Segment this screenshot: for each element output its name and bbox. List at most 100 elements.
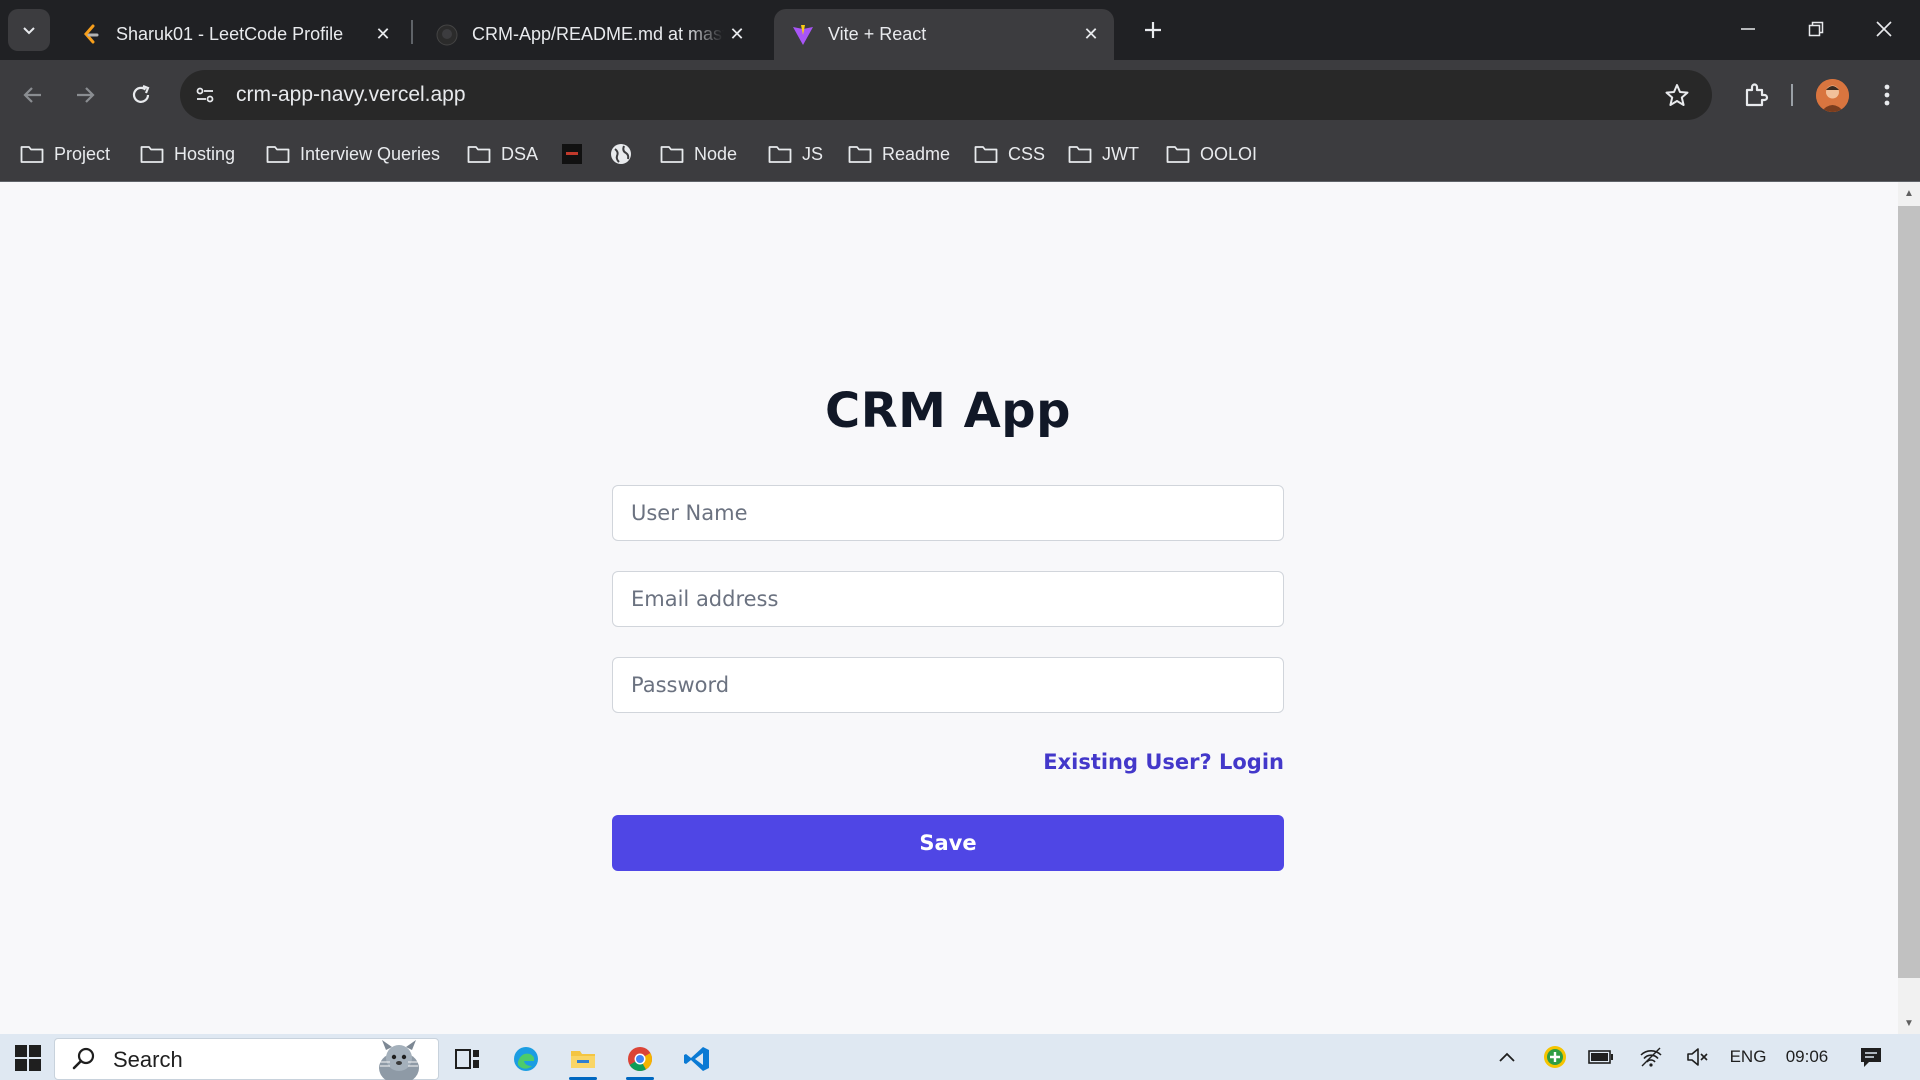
tab-vite-react[interactable]: Vite + React ✕ bbox=[774, 9, 1114, 60]
bookmark-jwt[interactable]: JWT bbox=[1068, 136, 1139, 172]
folder-icon bbox=[1166, 142, 1190, 166]
bookmark-readme[interactable]: Readme bbox=[848, 136, 950, 172]
forward-button[interactable] bbox=[64, 74, 106, 116]
folder-icon bbox=[140, 142, 164, 166]
bookmark-star-button[interactable] bbox=[1660, 78, 1694, 112]
start-button[interactable] bbox=[10, 1044, 46, 1072]
folder-icon bbox=[467, 142, 491, 166]
bookmark-label: Node bbox=[694, 143, 738, 164]
email-input[interactable] bbox=[612, 571, 1284, 627]
scroll-up-arrow-icon[interactable]: ▲ bbox=[1904, 188, 1914, 199]
restore-icon bbox=[1808, 21, 1824, 37]
folder-icon bbox=[571, 1051, 595, 1068]
url-text[interactable]: crm-app-navy.vercel.app bbox=[236, 82, 466, 108]
bookmark-globe[interactable] bbox=[609, 136, 643, 172]
bookmark-project[interactable]: Project bbox=[20, 136, 110, 172]
volume-muted-icon bbox=[1687, 1048, 1708, 1066]
globe-icon bbox=[609, 142, 633, 166]
bookmark-label: OOLOI bbox=[1200, 143, 1258, 164]
save-button[interactable]: Save bbox=[612, 815, 1284, 871]
taskbar-vscode[interactable] bbox=[677, 1040, 717, 1078]
tray-battery[interactable] bbox=[1586, 1042, 1616, 1072]
reload-button[interactable] bbox=[120, 74, 162, 116]
bookmark-label: DSA bbox=[501, 143, 539, 164]
bookmark-oooli[interactable]: OOLOI bbox=[1166, 136, 1257, 172]
scroll-down-arrow-icon[interactable]: ▼ bbox=[1904, 1018, 1914, 1029]
site-settings-icon[interactable] bbox=[192, 82, 218, 108]
tab-leetcode[interactable]: Sharuk01 - LeetCode Profile ✕ bbox=[62, 9, 406, 60]
vite-icon bbox=[792, 24, 814, 46]
tray-language[interactable]: ENG bbox=[1728, 1042, 1768, 1072]
username-input[interactable] bbox=[612, 485, 1284, 541]
scrollbar-thumb[interactable] bbox=[1898, 206, 1920, 978]
extensions-button[interactable] bbox=[1737, 76, 1775, 114]
puzzle-icon bbox=[1745, 83, 1769, 107]
folder-icon bbox=[660, 142, 684, 166]
folder-icon bbox=[768, 142, 792, 166]
bookmark-interview-queries[interactable]: Interview Queries bbox=[266, 136, 440, 172]
existing-user-login-link[interactable]: Existing User? Login bbox=[1000, 750, 1284, 774]
wifi-icon bbox=[1640, 1047, 1662, 1067]
tab-separator bbox=[411, 20, 413, 44]
profile-avatar[interactable] bbox=[1816, 79, 1849, 112]
back-button[interactable] bbox=[12, 74, 54, 116]
bookmark-label: Interview Queries bbox=[300, 143, 441, 164]
tab-github-readme[interactable]: CRM-App/README.md at mast ✕ bbox=[418, 9, 760, 60]
chrome-icon bbox=[628, 1047, 652, 1072]
bookmark-css[interactable]: CSS bbox=[974, 136, 1045, 172]
bookmark-js[interactable]: JS bbox=[768, 136, 823, 172]
bookmark-node[interactable]: Node bbox=[660, 136, 737, 172]
bookmark-label: JWT bbox=[1102, 143, 1139, 164]
bookmark-dsa[interactable]: DSA bbox=[467, 136, 538, 172]
task-view-icon bbox=[455, 1049, 479, 1069]
tab-search-button[interactable] bbox=[8, 9, 50, 51]
bookmark-label: CSS bbox=[1008, 143, 1046, 164]
password-input[interactable] bbox=[612, 657, 1284, 713]
tab-title: CRM-App/README.md at mast bbox=[472, 24, 724, 44]
tab-title: Sharuk01 - LeetCode Profile bbox=[116, 24, 344, 44]
windows-logo-icon bbox=[15, 1045, 41, 1071]
plus-icon bbox=[1145, 22, 1161, 38]
folder-icon bbox=[1068, 142, 1092, 166]
folder-icon bbox=[20, 142, 44, 166]
search-icon bbox=[70, 1045, 98, 1073]
bookmark-site[interactable] bbox=[560, 136, 594, 172]
taskbar-file-explorer[interactable] bbox=[563, 1040, 603, 1080]
tray-clock[interactable]: 09:06 bbox=[1781, 1042, 1833, 1072]
taskbar-chrome[interactable] bbox=[620, 1040, 660, 1080]
close-icon[interactable]: ✕ bbox=[370, 22, 396, 48]
restore-button[interactable] bbox=[1782, 0, 1850, 58]
search-highlight-illustration bbox=[366, 1038, 432, 1080]
chevron-up-icon bbox=[1499, 1052, 1515, 1062]
new-tab-button[interactable] bbox=[1137, 14, 1169, 46]
tray-volume[interactable] bbox=[1683, 1042, 1713, 1072]
site-icon bbox=[560, 142, 584, 166]
toolbar-divider bbox=[1791, 84, 1793, 106]
close-window-button[interactable] bbox=[1850, 0, 1918, 58]
bookmark-label: Hosting bbox=[174, 143, 236, 164]
arrow-left-icon bbox=[23, 87, 41, 103]
vscode-icon bbox=[684, 1047, 709, 1071]
folder-icon bbox=[266, 142, 290, 166]
close-icon[interactable]: ✕ bbox=[1078, 22, 1104, 48]
taskbar-task-view[interactable] bbox=[448, 1040, 488, 1078]
tray-app-icon[interactable] bbox=[1540, 1042, 1570, 1072]
browser-menu-button[interactable] bbox=[1870, 76, 1904, 114]
notification-icon bbox=[1861, 1048, 1881, 1067]
leetcode-icon bbox=[80, 24, 102, 46]
taskbar-edge[interactable] bbox=[506, 1040, 546, 1078]
tray-notifications[interactable] bbox=[1856, 1042, 1886, 1072]
reload-icon bbox=[132, 84, 150, 103]
battery-icon bbox=[1588, 1050, 1613, 1064]
github-icon bbox=[436, 24, 458, 46]
page-title: CRM App bbox=[824, 383, 1072, 439]
minimize-button[interactable] bbox=[1714, 0, 1782, 58]
close-icon[interactable]: ✕ bbox=[724, 22, 750, 48]
tray-network[interactable] bbox=[1636, 1042, 1666, 1072]
bookmark-hosting[interactable]: Hosting bbox=[140, 136, 235, 172]
edge-icon bbox=[514, 1047, 538, 1071]
more-vertical-icon bbox=[1884, 84, 1890, 106]
show-hidden-icons-button[interactable] bbox=[1492, 1042, 1522, 1072]
folder-icon bbox=[974, 142, 998, 166]
arrow-right-icon bbox=[77, 87, 95, 103]
